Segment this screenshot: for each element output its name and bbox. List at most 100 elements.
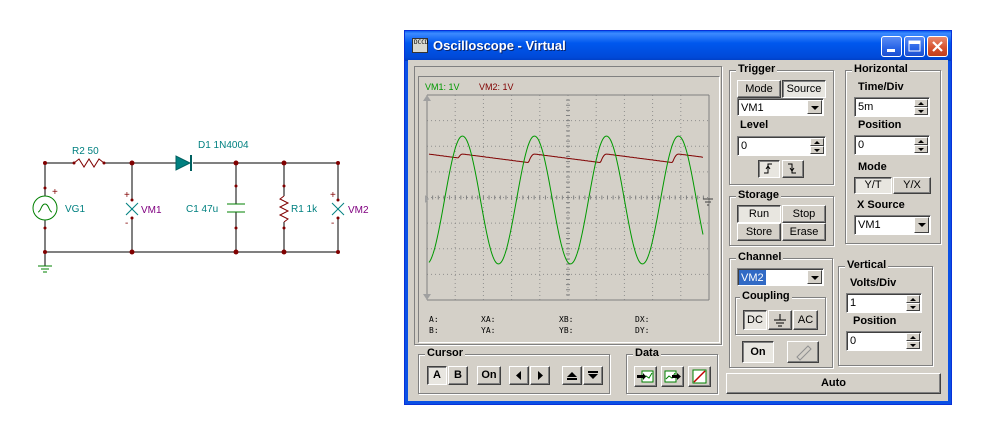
data-export-button[interactable] <box>661 366 684 387</box>
mode-yt-button[interactable]: Y/T <box>854 177 892 194</box>
channel-value: VM2 <box>739 270 766 285</box>
arrow-up-bar-icon <box>567 372 577 380</box>
clear-data-icon <box>692 369 707 384</box>
horizontal-title: Horizontal <box>852 63 910 75</box>
spin-down-icon[interactable] <box>914 107 928 115</box>
horizontal-mode-label: Mode <box>858 161 887 173</box>
chevron-down-icon[interactable] <box>914 217 929 233</box>
time-div-value: 5m <box>858 101 874 113</box>
rising-edge-icon <box>764 163 772 174</box>
channel-title: Channel <box>736 251 784 263</box>
channel-color-button[interactable] <box>787 341 819 363</box>
bottom-marker-icon <box>423 294 431 300</box>
falling-edge-icon <box>788 163 796 174</box>
cursor-left-button[interactable] <box>509 366 529 385</box>
trigger-source-value: VM1 <box>741 102 764 114</box>
oscilloscope-display: VM1: 1V VM2: 1V A: B: XA: YA: XB: YB: DX… <box>418 76 720 343</box>
auto-button[interactable]: Auto <box>726 373 941 394</box>
vm1-minus: - <box>125 218 128 229</box>
cursor-a-button[interactable]: A <box>427 366 447 385</box>
coupling-ground-button[interactable] <box>768 310 792 330</box>
trigger-level-input[interactable]: 0 <box>737 136 826 156</box>
spin-up-icon[interactable] <box>906 333 920 341</box>
storage-store-button[interactable]: Store <box>737 223 781 241</box>
spin-down-icon[interactable] <box>906 303 920 311</box>
chevron-down-icon[interactable] <box>807 100 822 114</box>
trigger-level-value: 0 <box>741 140 748 152</box>
trigger-source-select[interactable]: VM1 <box>737 98 824 116</box>
minimize-button[interactable] <box>881 36 902 57</box>
import-data-icon <box>637 370 654 383</box>
volts-div-input[interactable]: 1 <box>846 293 922 313</box>
cursor-right-button[interactable] <box>530 366 550 385</box>
cursor-b-button[interactable]: B <box>448 366 468 385</box>
spin-up-icon[interactable] <box>914 137 928 145</box>
time-div-input[interactable]: 5m <box>854 97 930 117</box>
vertical-position-input[interactable]: 0 <box>846 331 922 351</box>
horizontal-position-input[interactable]: 0 <box>854 135 930 155</box>
title-bar[interactable]: DCCD Oscilloscope - Virtual <box>405 31 951 61</box>
cursor-title: Cursor <box>425 347 466 359</box>
cursor-on-button[interactable]: On <box>477 366 501 385</box>
cursor-b-readout: B: <box>429 326 439 335</box>
r1-resistor-symbol <box>278 195 290 223</box>
export-data-icon <box>664 370 681 383</box>
cursor-dx-readout: DX: <box>635 315 650 324</box>
spin-up-icon[interactable] <box>810 138 824 146</box>
vm2-minus: - <box>331 218 334 229</box>
storage-erase-button[interactable]: Erase <box>782 223 826 241</box>
c1-capacitor-symbol <box>227 203 245 213</box>
vm2-scale-label: VM2: 1V <box>479 82 514 92</box>
vm2-label: VM2 <box>348 205 369 216</box>
x-source-value: VM1 <box>858 219 881 231</box>
vertical-position-label: Position <box>853 315 897 327</box>
horizontal-position-label: Position <box>858 119 902 131</box>
spin-down-icon[interactable] <box>906 341 920 349</box>
vertical-position-value: 0 <box>850 335 857 347</box>
channel-select[interactable]: VM2 <box>737 268 824 286</box>
spin-down-icon[interactable] <box>914 145 928 153</box>
storage-run-button[interactable]: Run <box>737 205 781 223</box>
arrow-down-bar-icon <box>588 371 598 379</box>
ground-icon <box>774 314 786 327</box>
minimize-icon <box>887 49 895 52</box>
spin-up-icon[interactable] <box>906 295 920 303</box>
close-button[interactable] <box>927 36 948 57</box>
trigger-falling-edge-button[interactable] <box>782 160 804 178</box>
trigger-mode-button[interactable]: Mode <box>737 80 781 98</box>
scope-grid <box>426 94 710 301</box>
pencil-icon <box>796 345 812 361</box>
chevron-down-icon[interactable] <box>807 270 822 284</box>
c1-label: C1 47u <box>186 204 218 215</box>
r2-label: R2 50 <box>72 146 99 157</box>
spin-down-icon[interactable] <box>810 146 824 154</box>
maximize-icon <box>908 40 921 52</box>
volts-div-label: Volts/Div <box>850 277 897 289</box>
trigger-source-button[interactable]: Source <box>782 80 826 98</box>
top-marker-icon <box>423 95 431 101</box>
storage-stop-button[interactable]: Stop <box>782 205 826 223</box>
mode-yx-button[interactable]: Y/X <box>893 177 931 194</box>
cursor-yb-readout: YB: <box>559 326 574 335</box>
time-div-label: Time/Div <box>858 81 904 93</box>
trigger-title: Trigger <box>736 63 778 75</box>
vertical-title: Vertical <box>845 259 889 271</box>
coupling-ac-button[interactable]: AC <box>793 310 818 330</box>
vg1-source-symbol <box>32 195 58 221</box>
data-import-button[interactable] <box>634 366 657 387</box>
x-source-select[interactable]: VM1 <box>854 215 931 235</box>
coupling-dc-button[interactable]: DC <box>743 310 767 330</box>
maximize-button[interactable] <box>904 36 925 57</box>
arrow-left-icon <box>516 371 521 380</box>
r1-label: R1 1k <box>291 204 318 215</box>
scope-graph: VM1: 1V VM2: 1V <box>423 82 713 301</box>
vm1-meter-symbol <box>125 202 139 216</box>
trigger-rising-edge-button[interactable] <box>758 160 780 178</box>
spin-up-icon[interactable] <box>914 99 928 107</box>
channel-on-button[interactable]: On <box>742 341 774 363</box>
vm2-meter-symbol <box>331 202 345 216</box>
data-clear-button[interactable] <box>688 366 711 387</box>
cursor-down-button[interactable] <box>583 366 603 385</box>
vg1-plus: + <box>52 187 58 198</box>
cursor-up-button[interactable] <box>562 366 582 385</box>
